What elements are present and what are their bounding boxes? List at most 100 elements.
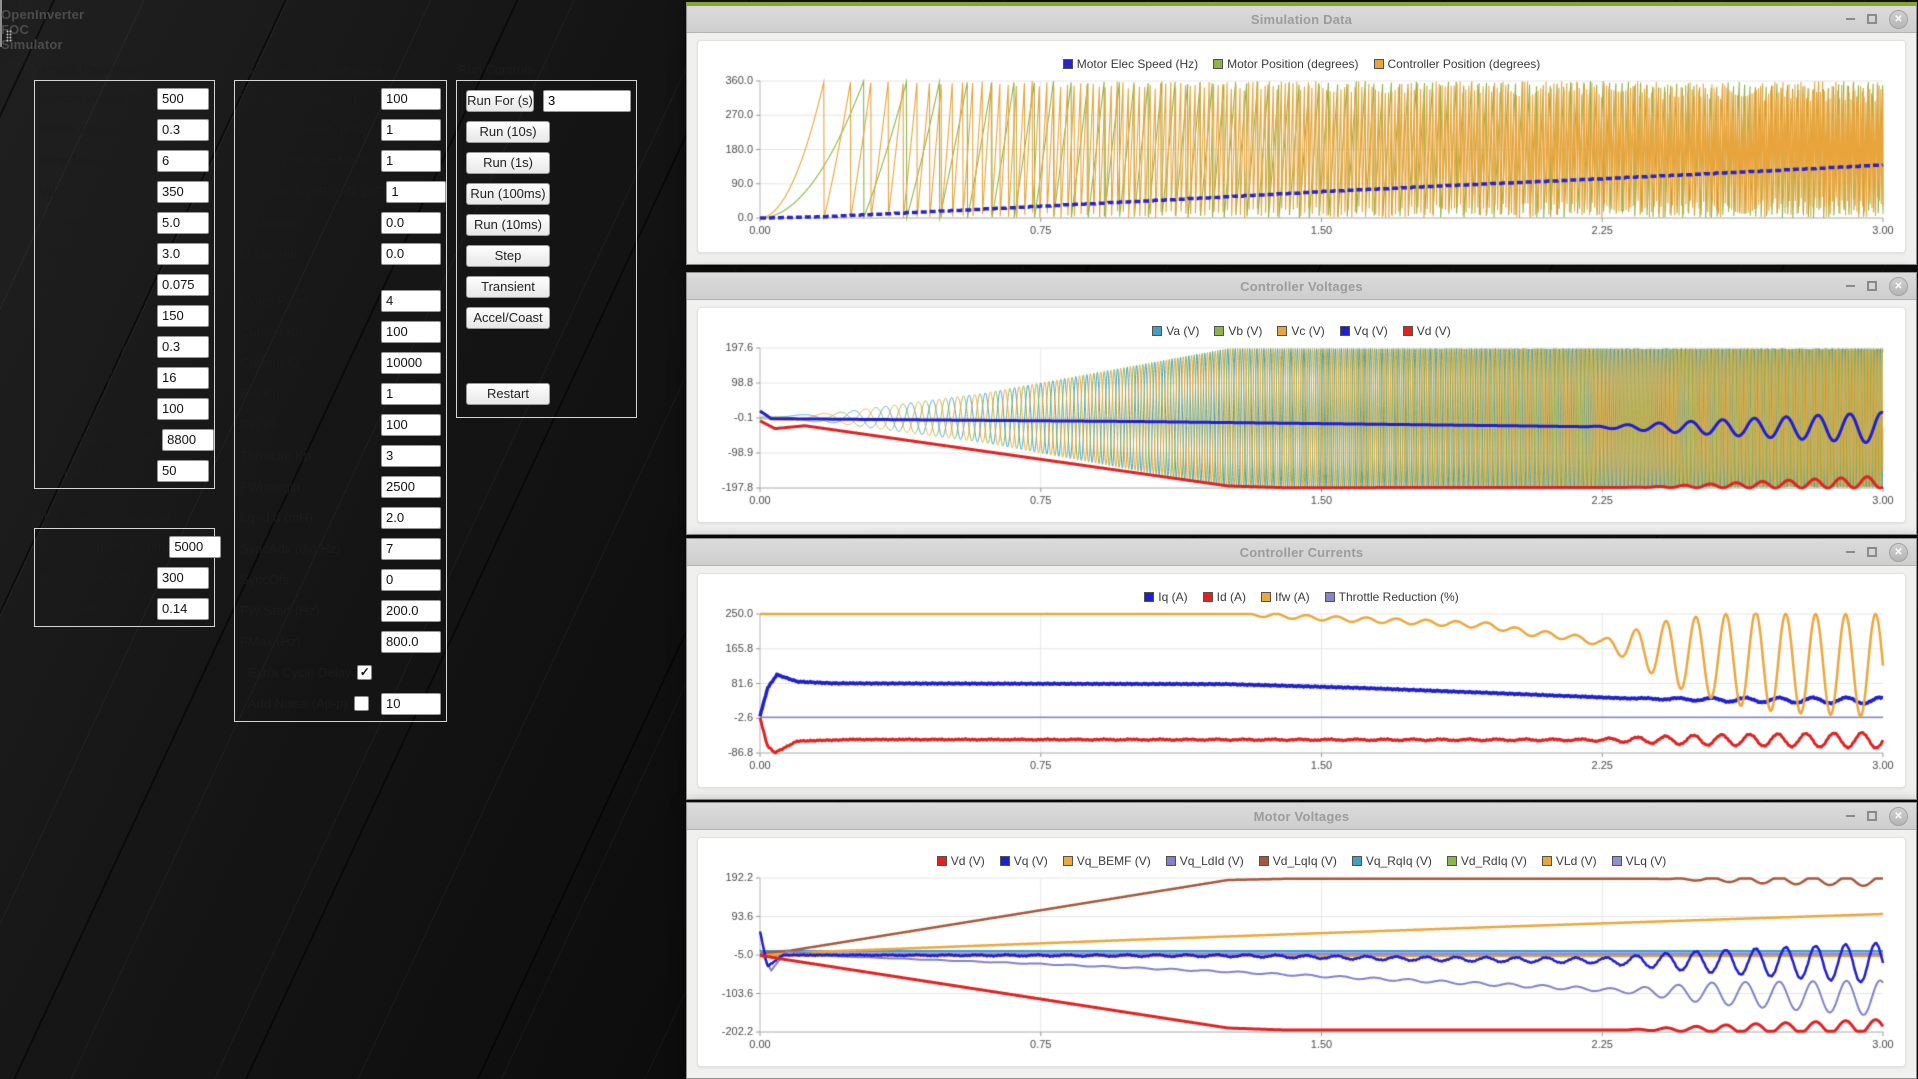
param-label: Lq - Ld (mH) <box>240 510 313 525</box>
param-label: FW Start (Hz) <box>240 603 320 618</box>
param-row: Motor Poles <box>240 285 441 316</box>
param-input[interactable] <box>381 351 441 374</box>
run-button[interactable]: Run (10ms) <box>466 213 550 236</box>
window-title: Controller Currents <box>1239 545 1364 560</box>
chart-titlebar[interactable]: Simulation Data ✕ <box>687 6 1916 33</box>
chart-titlebar[interactable]: Motor Voltages ✕ <box>687 803 1916 830</box>
chart-titlebar[interactable]: Controller Voltages ✕ <box>687 273 1916 300</box>
param-input[interactable] <box>381 382 441 405</box>
restart-row: Restart <box>462 378 631 409</box>
param-input[interactable] <box>169 535 222 558</box>
param-input[interactable] <box>381 289 441 312</box>
param-input[interactable] <box>381 242 441 265</box>
param-input[interactable] <box>157 597 209 620</box>
run-button[interactable]: Transient <box>466 275 550 298</box>
openinverter-parameters-group: OpenInverter Parameters Torque Demand (%… <box>234 62 447 722</box>
param-input[interactable] <box>386 180 447 203</box>
legend-label: Va (V) <box>1166 324 1200 338</box>
maximize-icon[interactable] <box>1867 547 1877 557</box>
param-input[interactable] <box>381 413 441 436</box>
param-input[interactable] <box>381 537 441 560</box>
param-input[interactable] <box>157 566 209 589</box>
desktop: { "icons":{"close":"✕","check":"✓"}, "si… <box>0 0 1918 1079</box>
group-header: Vehicle Parameters <box>36 62 149 77</box>
param-input[interactable] <box>157 87 209 110</box>
param-input[interactable] <box>381 211 441 234</box>
param-input[interactable] <box>157 335 209 358</box>
legend-swatch <box>1062 856 1073 866</box>
run-button-row: Run (10s) <box>462 116 631 147</box>
param-row: λ ( mWeber) <box>40 300 209 331</box>
param-row: Throttle Current (A/%) <box>240 114 441 145</box>
legend-swatch <box>1213 59 1224 69</box>
param-input[interactable] <box>381 692 441 715</box>
unchecked-checkbox[interactable] <box>353 696 369 711</box>
legend-label: Vd (V) <box>1416 324 1451 338</box>
legend-swatch <box>936 856 947 866</box>
minimize-icon[interactable] <box>1846 18 1855 20</box>
param-input[interactable] <box>157 397 209 420</box>
param-input[interactable] <box>381 444 441 467</box>
param-input[interactable] <box>157 118 209 141</box>
close-icon[interactable]: ✕ <box>1889 276 1908 296</box>
run-for-button[interactable]: Run For (s) <box>466 89 534 112</box>
param-input[interactable] <box>162 428 215 451</box>
close-icon[interactable]: ✕ <box>1889 9 1908 29</box>
param-input[interactable] <box>381 118 441 141</box>
minimize-icon[interactable] <box>1846 815 1855 817</box>
chart-titlebar[interactable]: Controller Currents ✕ <box>687 539 1916 566</box>
chart-legend: Vd (V) Vq (V) Vq_BEMF (V) Vq_LdId (V) Vd_LqI… <box>708 854 1895 868</box>
param-input[interactable] <box>381 568 441 591</box>
param-input[interactable] <box>381 320 441 343</box>
run-button[interactable]: Run (100ms) <box>466 182 550 205</box>
param-row: Base Voltage (V) <box>40 562 209 593</box>
run-button[interactable]: Step <box>466 244 550 267</box>
param-input[interactable] <box>157 180 209 203</box>
param-input[interactable] <box>381 630 441 653</box>
legend-swatch <box>1373 59 1384 69</box>
param-label: FWmargin <box>240 479 300 494</box>
param-input[interactable] <box>381 475 441 498</box>
maximize-icon[interactable] <box>1867 281 1877 291</box>
param-input[interactable] <box>381 87 441 110</box>
param-input[interactable] <box>157 211 209 234</box>
param-label: Id Manual <box>240 246 298 261</box>
param-input[interactable] <box>157 149 209 172</box>
param-label: Mode (1=Run,2=Man) <box>240 153 368 168</box>
param-input[interactable] <box>157 304 209 327</box>
minimize-icon[interactable] <box>1846 551 1855 553</box>
param-row: Torque Demand (%) <box>240 83 441 114</box>
simulation-data-window: Simulation Data ✕ Motor Elec Speed (Hz) M… <box>686 2 1917 265</box>
param-row: FW Start (Hz) <box>240 595 441 626</box>
param-input[interactable] <box>157 273 209 296</box>
param-input[interactable] <box>157 459 209 482</box>
legend-item: Vd (V) <box>936 854 985 868</box>
close-icon[interactable]: ✕ <box>1889 542 1908 562</box>
maximize-icon[interactable] <box>1867 14 1877 24</box>
run-button[interactable]: Run (10s) <box>466 120 550 143</box>
param-input[interactable] <box>381 599 441 622</box>
param-input[interactable] <box>157 242 209 265</box>
toolbar-grip-icon[interactable] <box>6 30 12 42</box>
param-input[interactable] <box>381 506 441 529</box>
minimize-icon[interactable] <box>1846 285 1855 287</box>
param-input[interactable] <box>157 366 209 389</box>
chart-legend: Iq (A) Id (A) Ifw (A) Throttle Reduction (%… <box>708 590 1895 604</box>
legend-item: Motor Elec Speed (Hz) <box>1062 57 1198 71</box>
run-for-input[interactable] <box>543 89 631 112</box>
param-input[interactable] <box>381 149 441 172</box>
param-label: Sampling Point (%) <box>40 463 152 478</box>
chart-window-content: Motor Elec Speed (Hz) Motor Position (deg… <box>687 33 1916 264</box>
chart-window-content: Iq (A) Id (A) Ifw (A) Throttle Reduction (%… <box>687 566 1916 799</box>
param-row: Add Noise (Ap-p) <box>240 688 441 719</box>
legend-swatch <box>1402 326 1413 336</box>
checked-checkbox[interactable]: ✓ <box>357 665 373 680</box>
run-button[interactable]: Accel/Coast <box>466 306 550 329</box>
run-button[interactable]: Run (1s) <box>466 151 550 174</box>
restart-button[interactable]: Restart <box>466 382 550 405</box>
param-row: Sampling Point (%) <box>40 455 209 486</box>
close-icon[interactable]: ✕ <box>1889 806 1908 826</box>
maximize-icon[interactable] <box>1867 811 1877 821</box>
run-button-row: Step <box>462 240 631 271</box>
